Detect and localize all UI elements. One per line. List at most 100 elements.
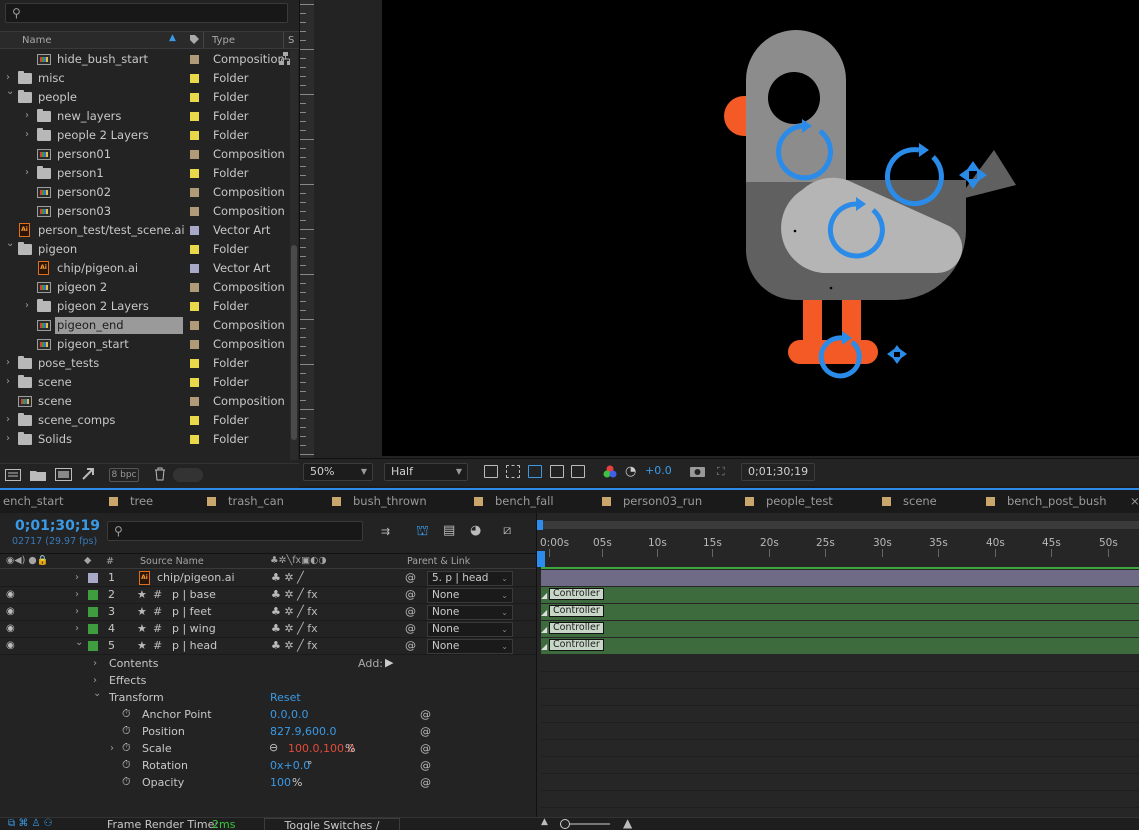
- label-color-swatch[interactable]: [88, 573, 98, 583]
- fast-previews-icon[interactable]: [484, 465, 498, 478]
- work-area-start-handle[interactable]: [537, 520, 543, 530]
- project-item[interactable]: › pose_tests Folder: [0, 354, 290, 373]
- timeline-tab[interactable]: scene: [882, 494, 937, 512]
- layer-row[interactable]: ◉ › 4 ★ # p | wing ♣ ✲ ╱ fx @ None ⌄: [0, 621, 536, 638]
- project-item[interactable]: › new_layers Folder: [0, 107, 290, 126]
- parent-dropdown[interactable]: None ⌄: [427, 622, 513, 637]
- zoom-out-icon[interactable]: ▲: [541, 817, 548, 827]
- twirl-arrow-icon[interactable]: ›: [25, 300, 29, 311]
- pick-whip-icon[interactable]: @: [405, 588, 416, 601]
- timeline-tab[interactable]: tree: [109, 494, 153, 512]
- timeline-tab[interactable]: bush_thrown: [332, 494, 427, 512]
- project-item[interactable]: Ai chip/pigeon.ai Vector Art: [0, 259, 290, 278]
- scrollbar-thumb[interactable]: [291, 245, 297, 440]
- property-row[interactable]: ⏱ Rotation 0x+0.0 ° @: [0, 758, 536, 775]
- label-color-swatch[interactable]: [190, 416, 199, 425]
- property-row[interactable]: ⏱ Position 827.9,600.0 @: [0, 724, 536, 741]
- stopwatch-icon[interactable]: ⏱: [122, 775, 131, 789]
- layer-row[interactable]: ◉ › 3 ★ # p | feet ♣ ✲ ╱ fx @ None ⌄: [0, 604, 536, 621]
- project-item[interactable]: ⌄ people Folder: [0, 86, 290, 107]
- twirl-arrow-icon[interactable]: ›: [75, 572, 79, 583]
- project-item[interactable]: › pigeon 2 Layers Folder: [0, 297, 290, 316]
- stopwatch-icon[interactable]: ⏱: [122, 724, 131, 738]
- label-color-swatch[interactable]: [190, 283, 199, 292]
- property-row[interactable]: ⏱ Opacity 100% @: [0, 775, 536, 792]
- new-composition-icon[interactable]: [55, 468, 72, 484]
- timeline-tab[interactable]: bench_post_bush: [986, 494, 1106, 512]
- label-color-swatch[interactable]: [190, 169, 199, 178]
- label-color-swatch[interactable]: [190, 188, 199, 197]
- zoom-in-icon[interactable]: ▲: [623, 816, 632, 830]
- snapshot-icon[interactable]: [690, 465, 705, 480]
- project-item[interactable]: person01 Composition: [0, 145, 290, 164]
- project-item[interactable]: pigeon_end Composition: [0, 316, 290, 335]
- label-color-swatch[interactable]: [190, 74, 199, 83]
- composition-canvas[interactable]: [382, 0, 1139, 456]
- project-item[interactable]: › scene Folder: [0, 373, 290, 392]
- pick-whip-icon[interactable]: @: [405, 622, 416, 635]
- twirl-arrow-icon[interactable]: ›: [6, 414, 10, 425]
- visibility-eye-icon[interactable]: ◉: [6, 589, 15, 600]
- label-tag-icon[interactable]: [189, 34, 200, 48]
- transform-group[interactable]: ⌄ Transform Reset: [0, 688, 536, 707]
- timeline-tab[interactable]: people_test: [745, 494, 833, 512]
- label-color-swatch[interactable]: [88, 624, 98, 634]
- project-item[interactable]: pigeon 2 Composition: [0, 278, 290, 297]
- contents-group[interactable]: › Contents Add: ▶: [0, 656, 536, 673]
- stopwatch-icon[interactable]: ⏱: [122, 741, 131, 755]
- timeline-tab[interactable]: bench_fall: [474, 494, 554, 512]
- project-item[interactable]: Ai person_test/test_scene.ai Vector Art: [0, 221, 290, 240]
- layer-search-input[interactable]: ⚲: [107, 521, 363, 541]
- parent-dropdown[interactable]: 5. p | head ⌄: [427, 571, 513, 586]
- thumbnail-toggle[interactable]: [173, 468, 203, 482]
- property-row[interactable]: › ⏱ Scale ⊖ 100.0,100.0% @: [0, 741, 536, 758]
- twirl-arrow-icon[interactable]: ›: [25, 129, 29, 140]
- label-color-swatch[interactable]: [190, 245, 199, 254]
- label-color-swatch[interactable]: [190, 397, 199, 406]
- stopwatch-icon[interactable]: ⏱: [122, 707, 131, 721]
- project-item[interactable]: person03 Composition: [0, 202, 290, 221]
- twirl-arrow-icon[interactable]: ›: [75, 606, 79, 617]
- size-column-header[interactable]: S: [288, 35, 294, 46]
- visibility-eye-icon[interactable]: ◉: [6, 623, 15, 634]
- project-item[interactable]: person02 Composition: [0, 183, 290, 202]
- reset-button[interactable]: Reset: [270, 691, 301, 704]
- project-item[interactable]: › Solids Folder: [0, 430, 290, 449]
- twirl-arrow-icon[interactable]: ⌄: [6, 238, 14, 249]
- label-color-swatch[interactable]: [190, 264, 199, 273]
- project-item[interactable]: pigeon_start Composition: [0, 335, 290, 354]
- close-tab-icon[interactable]: ×: [1130, 494, 1139, 512]
- label-color-swatch[interactable]: [190, 131, 199, 140]
- label-color-swatch[interactable]: [190, 55, 199, 64]
- name-column-header[interactable]: Name: [22, 35, 52, 46]
- effects-group[interactable]: › Effects: [0, 673, 536, 690]
- current-time-indicator[interactable]: [537, 551, 545, 567]
- twirl-arrow-icon[interactable]: ›: [93, 658, 97, 669]
- trash-icon[interactable]: [154, 467, 166, 484]
- comp-flowchart-icon[interactable]: ⇉: [381, 525, 390, 538]
- project-item[interactable]: › misc Folder: [0, 69, 290, 88]
- twirl-arrow-icon[interactable]: ›: [6, 433, 10, 444]
- label-color-swatch[interactable]: [190, 207, 199, 216]
- current-timecode[interactable]: 0;01;30;19: [15, 518, 100, 534]
- twirl-arrow-icon[interactable]: ⌄: [6, 86, 14, 97]
- twirl-arrow-icon[interactable]: ›: [6, 376, 10, 387]
- mask-visibility-icon[interactable]: [550, 465, 564, 478]
- magnification-dropdown[interactable]: 50% ▼: [303, 463, 373, 481]
- property-row[interactable]: ⏱ Anchor Point 0.0,0.0 @: [0, 707, 536, 724]
- layer-row[interactable]: ◉ › 2 ★ # p | base ♣ ✲ ╱ fx @ None ⌄: [0, 587, 536, 604]
- parent-dropdown[interactable]: None ⌄: [427, 605, 513, 620]
- twirl-arrow-icon[interactable]: ›: [6, 72, 10, 83]
- render-queue-icon[interactable]: [81, 467, 95, 484]
- label-color-swatch[interactable]: [190, 340, 199, 349]
- layer-switches[interactable]: ♣ ✲ ╱: [271, 571, 304, 584]
- project-search-input[interactable]: ⚲: [5, 3, 288, 23]
- interpret-footage-icon[interactable]: [5, 469, 21, 484]
- project-item[interactable]: › person1 Folder: [0, 164, 290, 183]
- expression-pick-whip-icon[interactable]: @: [420, 708, 431, 721]
- label-color-swatch[interactable]: [88, 607, 98, 617]
- layer-duration-bar[interactable]: ◢ Controller: [541, 604, 1139, 620]
- source-name-header[interactable]: Source Name: [140, 556, 204, 567]
- expression-pick-whip-icon[interactable]: @: [420, 742, 431, 755]
- visibility-eye-icon[interactable]: ◉: [6, 606, 15, 617]
